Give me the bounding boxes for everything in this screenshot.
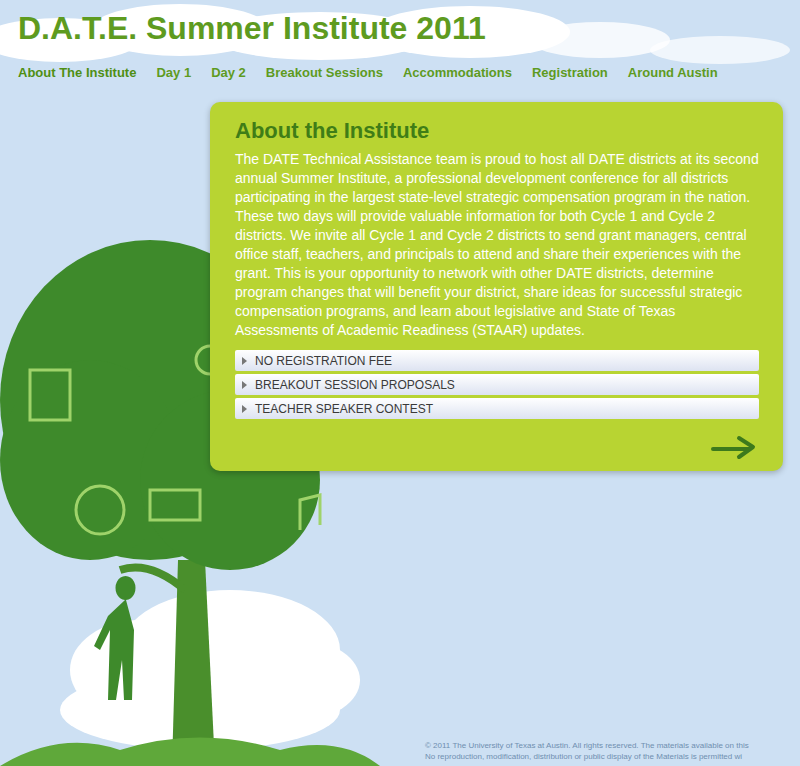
panel-footer	[235, 433, 759, 461]
nav-item[interactable]: Around Austin	[628, 64, 718, 82]
accordion-label: NO REGISTRATION FEE	[255, 353, 392, 369]
accordion: NO REGISTRATION FEE BREAKOUT SESSION PROP…	[235, 350, 759, 419]
caret-right-icon	[241, 381, 247, 389]
accordion-item[interactable]: BREAKOUT SESSION PROPOSALS	[235, 374, 759, 395]
page: D.A.T.E. Summer Institute 2011 About The …	[0, 0, 800, 766]
nav-bar: About The Institute Day 1 Day 2 Breakout Se…	[18, 64, 800, 82]
accordion-item[interactable]: TEACHER SPEAKER CONTEST	[235, 398, 759, 419]
nav-item[interactable]: Accommodations	[403, 64, 512, 82]
nav-item[interactable]: Day 2	[211, 64, 246, 82]
nav-item[interactable]: Registration	[532, 64, 608, 82]
next-arrow-icon[interactable]	[709, 433, 759, 461]
accordion-label: BREAKOUT SESSION PROPOSALS	[255, 377, 455, 393]
site-title: D.A.T.E. Summer Institute 2011	[18, 8, 800, 48]
caret-right-icon	[241, 357, 247, 365]
nav-item[interactable]: Day 1	[156, 64, 191, 82]
footer-line: © 2011 The University of Texas at Austin…	[425, 740, 800, 751]
panel-body: The DATE Technical Assistance team is pr…	[235, 150, 759, 340]
accordion-item[interactable]: NO REGISTRATION FEE	[235, 350, 759, 371]
accordion-label: TEACHER SPEAKER CONTEST	[255, 401, 433, 417]
panel-heading: About the Institute	[235, 116, 759, 146]
caret-right-icon	[241, 405, 247, 413]
footer: © 2011 The University of Texas at Austin…	[0, 740, 800, 766]
about-panel: About the Institute The DATE Technical As…	[210, 102, 783, 471]
footer-line: No reproduction, modification, distribut…	[425, 751, 800, 762]
header: D.A.T.E. Summer Institute 2011 About The …	[0, 0, 800, 82]
nav-item[interactable]: Breakout Sessions	[266, 64, 383, 82]
nav-item[interactable]: About The Institute	[18, 64, 136, 82]
